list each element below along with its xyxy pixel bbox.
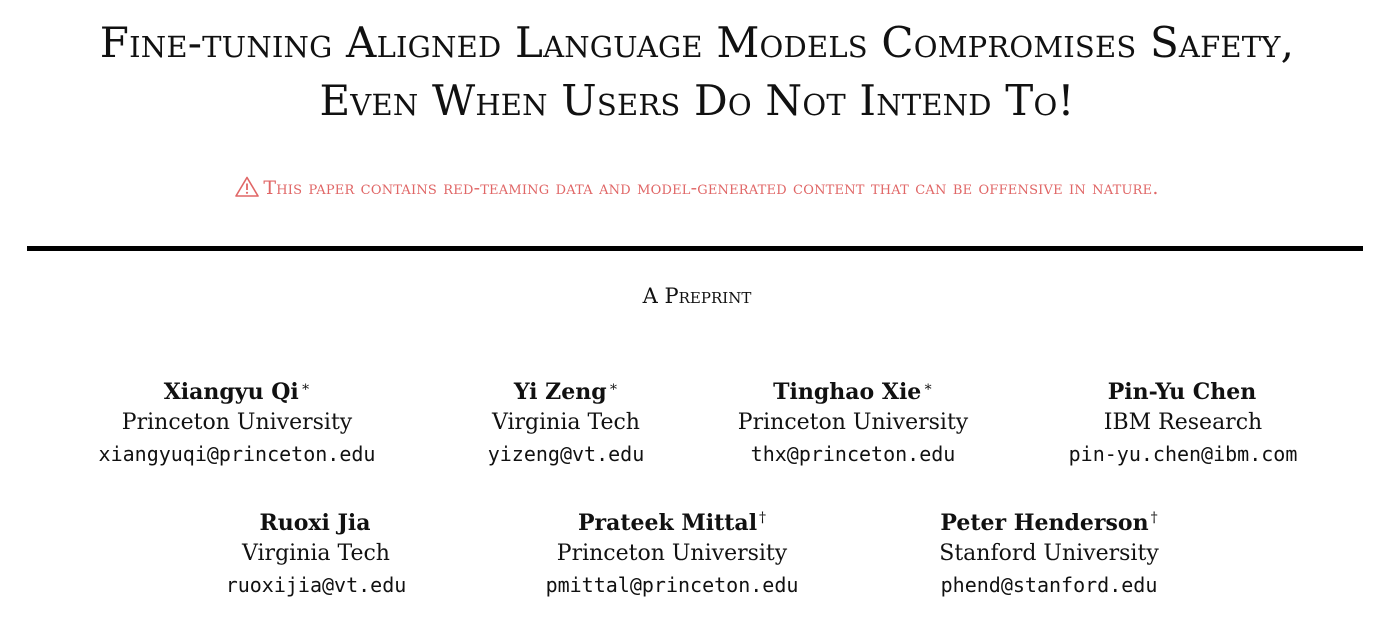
author-affiliation: Virginia Tech: [492, 410, 640, 435]
author-affiliation: Princeton University: [556, 541, 788, 566]
author-affiliation: Stanford University: [939, 541, 1159, 566]
preprint-label: A Preprint: [642, 284, 752, 308]
author-name: Pin-Yu Chen: [1107, 379, 1257, 405]
warning-triangle-icon: [235, 176, 260, 202]
author-block: Yi Zeng ∗ Virginia Tech yizeng@vt.edu: [488, 372, 645, 469]
author-block: Prateek Mittal † Princeton University pmi…: [546, 503, 799, 600]
author-name: Yi Zeng ∗: [513, 379, 619, 405]
author-block: Pin-Yu Chen IBM Research pin-yu.chen@ibm…: [1069, 372, 1298, 469]
author-mark: †: [1150, 510, 1158, 526]
content-warning-text: This paper contains red-teaming data and…: [263, 177, 1159, 199]
paper-title: Fine-tuning Aligned Language Models Comp…: [0, 14, 1394, 130]
author-affiliation: Princeton University: [121, 410, 353, 435]
author-affiliation: Virginia Tech: [242, 541, 390, 566]
author-name: Tinghao Xie ∗: [773, 379, 933, 405]
author-email[interactable]: pmittal@princeton.edu: [546, 570, 799, 600]
author-block: Xiangyu Qi ∗ Princeton University xiangyu…: [99, 372, 376, 469]
author-block: Tinghao Xie ∗ Princeton University thx@pr…: [738, 372, 968, 469]
author-block: Ruoxi Jia Virginia Tech ruoxijia@vt.edu: [226, 503, 407, 600]
content-warning: This paper contains red-teaming data and…: [0, 176, 1394, 202]
author-affiliation: Princeton University: [737, 410, 969, 435]
author-email[interactable]: thx@princeton.edu: [738, 439, 968, 469]
paper-title-line-1: Fine-tuning Aligned Language Models Comp…: [99, 18, 1295, 67]
author-email[interactable]: yizeng@vt.edu: [488, 439, 645, 469]
author-email[interactable]: phend@stanford.edu: [939, 570, 1158, 600]
author-mark: ∗: [608, 379, 619, 395]
author-email[interactable]: pin-yu.chen@ibm.com: [1069, 439, 1298, 469]
paper-title-line-2: Even When Users Do Not Intend To!: [319, 76, 1075, 125]
author-mark: ∗: [300, 379, 311, 395]
author-mark: †: [759, 510, 767, 526]
header-rule: [27, 246, 1363, 251]
author-affiliation: IBM Research: [1103, 410, 1263, 435]
author-name: Prateek Mittal †: [577, 510, 767, 536]
author-name: Ruoxi Jia: [259, 510, 371, 536]
author-email[interactable]: xiangyuqi@princeton.edu: [99, 439, 376, 469]
author-name: Xiangyu Qi ∗: [163, 379, 311, 405]
author-mark: ∗: [923, 379, 933, 395]
author-block: Peter Henderson † Stanford University phe…: [939, 503, 1158, 600]
author-name: Peter Henderson †: [940, 510, 1158, 536]
author-email[interactable]: ruoxijia@vt.edu: [226, 570, 407, 600]
